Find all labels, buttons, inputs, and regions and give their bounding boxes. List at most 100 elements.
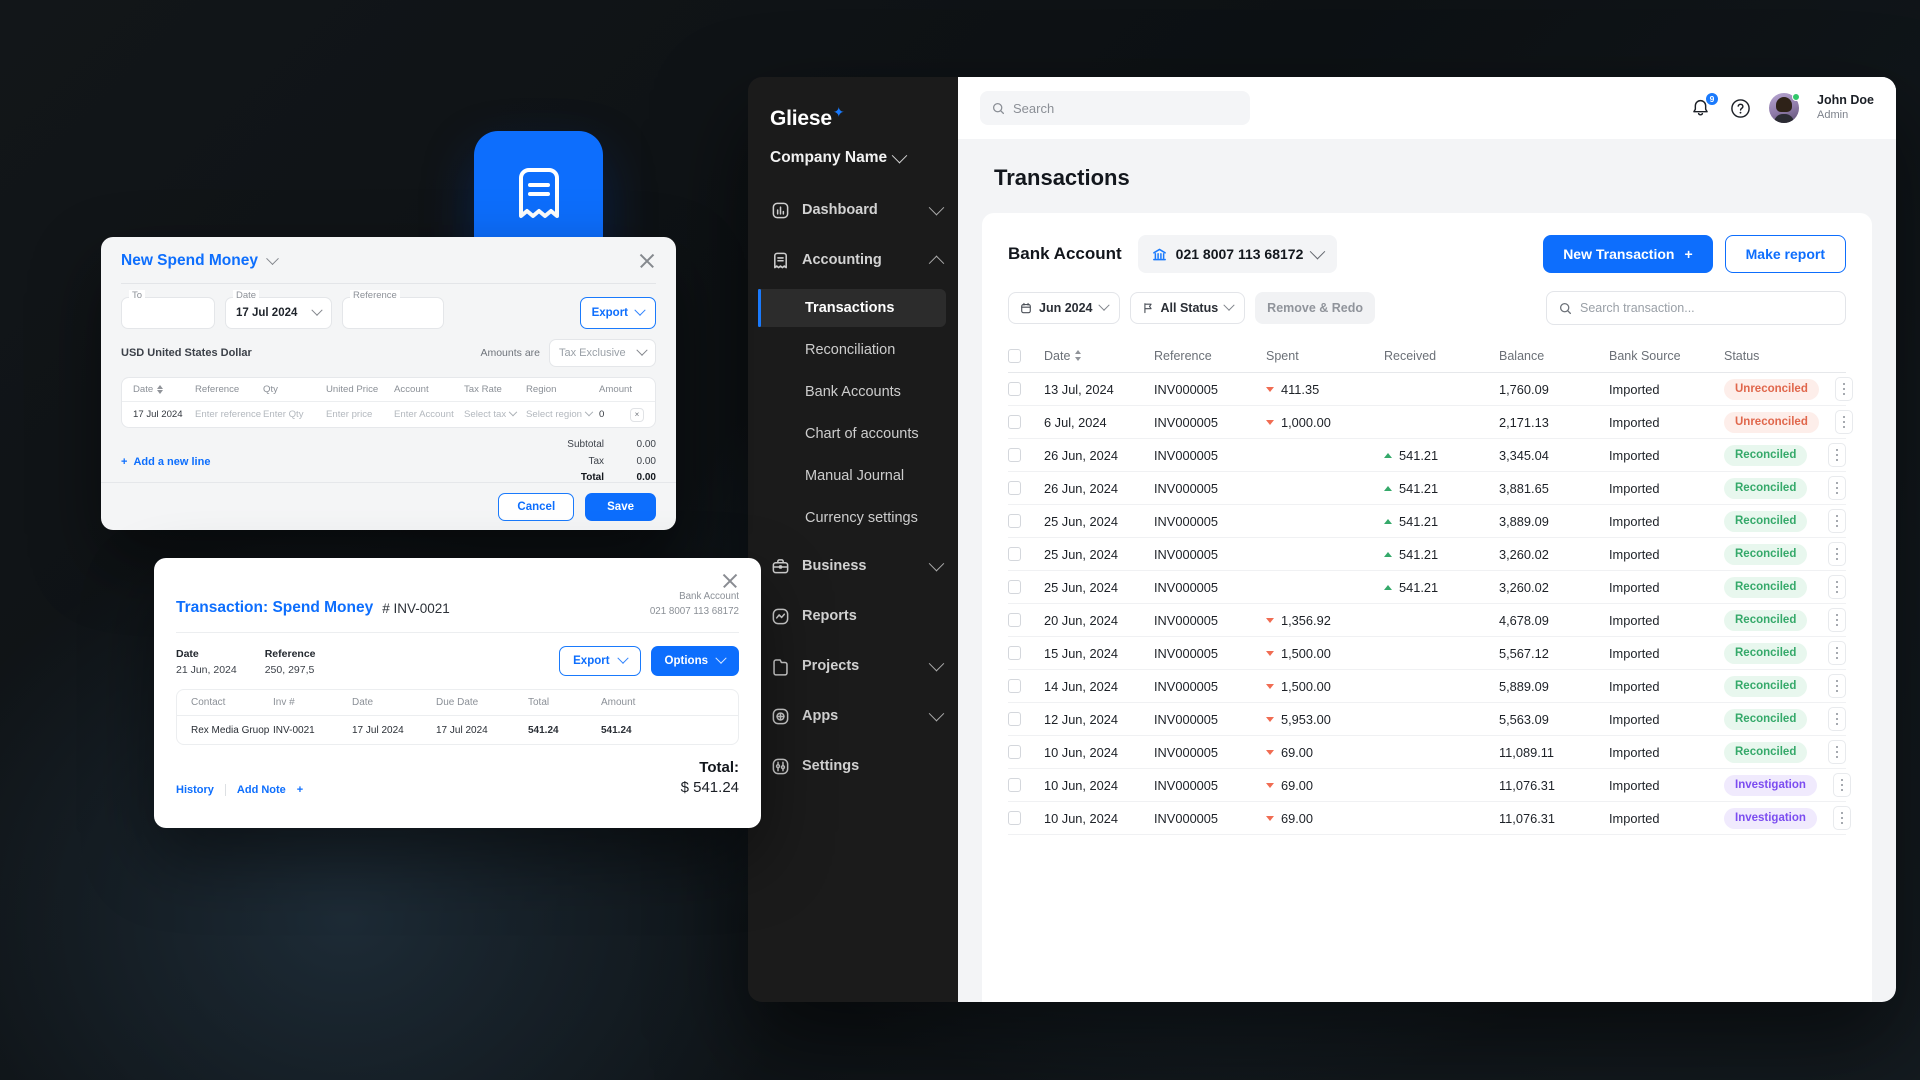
brand-logo[interactable]: Gliese ✦ — [748, 99, 958, 133]
row-checkbox[interactable] — [1008, 547, 1021, 561]
table-row[interactable]: 25 Jun, 2024 INV000005 541.21 3,260.02 Impor… — [1008, 571, 1846, 604]
sidebar-item-settings[interactable]: Settings — [748, 745, 958, 787]
remove-line-button[interactable]: × — [630, 407, 644, 422]
row-menu-button[interactable] — [1832, 806, 1851, 830]
close-icon[interactable] — [721, 572, 739, 590]
table-row[interactable]: 25 Jun, 2024 INV000005 541.21 3,889.09 Impor… — [1008, 505, 1846, 538]
line-price-input[interactable]: Enter price — [326, 409, 394, 420]
row-menu-button[interactable] — [1828, 476, 1846, 500]
row-checkbox[interactable] — [1008, 811, 1021, 825]
row-checkbox[interactable] — [1008, 613, 1021, 627]
line-tax-select[interactable]: Select tax — [464, 407, 526, 420]
to-field[interactable]: To — [121, 290, 215, 329]
table-row[interactable]: 25 Jun, 2024 INV000005 541.21 3,260.02 Impor… — [1008, 538, 1846, 571]
export-button[interactable]: Export — [579, 297, 656, 329]
table-row[interactable]: 15 Jun, 2024 INV000005 1,500.00 5,567.12 Imp… — [1008, 637, 1846, 670]
row-menu-button[interactable] — [1834, 377, 1853, 401]
remove-redo-label: Remove & Redo — [1267, 301, 1364, 315]
table-row[interactable]: 6 Jul, 2024 INV000005 1,000.00 2,171.13 Impo… — [1008, 406, 1853, 439]
sort-icon[interactable] — [157, 385, 164, 394]
table-row[interactable]: 10 Jun, 2024 INV000005 69.00 11,076.31 Impor… — [1008, 769, 1851, 802]
sidebar-item-accounting[interactable]: Accounting — [748, 239, 958, 281]
add-note-link[interactable]: Add Note — [237, 784, 286, 796]
table-row[interactable]: 26 Jun, 2024 INV000005 541.21 3,881.65 Impor… — [1008, 472, 1846, 505]
options-button[interactable]: Options — [650, 646, 739, 677]
table-row[interactable]: 13 Jul, 2024 INV000005 411.35 1,760.09 Impor… — [1008, 373, 1853, 406]
row-menu-button[interactable] — [1828, 740, 1846, 764]
table-row[interactable]: Rex Media Gruop INV-0021 17 Jul 2024 17 … — [177, 716, 738, 744]
row-checkbox[interactable] — [1008, 778, 1021, 792]
sidebar-item-chart-of-accounts[interactable]: Chart of accounts — [748, 415, 958, 453]
search-input[interactable]: Search — [980, 91, 1250, 125]
row-checkbox[interactable] — [1008, 679, 1021, 693]
row-checkbox[interactable] — [1008, 448, 1021, 462]
new-transaction-button[interactable]: New Transaction + — [1543, 235, 1713, 273]
close-icon[interactable] — [638, 252, 656, 270]
save-button[interactable]: Save — [585, 492, 656, 521]
row-menu-button[interactable] — [1828, 707, 1846, 731]
plus-icon[interactable]: + — [297, 784, 303, 796]
sidebar-item-transactions[interactable]: Transactions — [758, 289, 946, 327]
table-row[interactable]: 12 Jun, 2024 INV000005 5,953.00 5,563.09 Imp… — [1008, 703, 1846, 736]
sidebar-item-reports[interactable]: Reports — [748, 595, 958, 637]
sidebar-item-apps[interactable]: Apps — [748, 695, 958, 737]
line-reference-input[interactable]: Enter reference — [195, 409, 263, 420]
add-new-line-button[interactable]: + Add a new line — [121, 437, 210, 487]
status-filter[interactable]: All Status — [1129, 292, 1246, 324]
table-row[interactable]: 20 Jun, 2024 INV000005 1,356.92 4,678.09 Imp… — [1008, 604, 1846, 637]
remove-redo-button[interactable]: Remove & Redo — [1255, 292, 1376, 324]
row-menu-button[interactable] — [1828, 608, 1846, 632]
row-checkbox[interactable] — [1008, 745, 1021, 759]
column-header-date[interactable]: Date — [1044, 349, 1070, 363]
row-checkbox[interactable] — [1008, 646, 1021, 660]
date-field[interactable]: Date 17 Jul 2024 — [225, 290, 332, 329]
row-menu-button[interactable] — [1834, 410, 1853, 434]
sidebar-item-manual-journal[interactable]: Manual Journal — [748, 457, 958, 495]
question-circle-icon[interactable] — [1730, 98, 1751, 119]
export-button[interactable]: Export — [559, 646, 641, 677]
line-account-input[interactable]: Enter Account — [394, 409, 464, 420]
row-checkbox[interactable] — [1008, 712, 1021, 726]
make-report-button[interactable]: Make report — [1724, 235, 1846, 273]
reference-field[interactable]: Reference — [342, 290, 444, 329]
row-checkbox[interactable] — [1008, 514, 1021, 528]
table-row[interactable]: 26 Jun, 2024 INV000005 541.21 3,345.04 Impor… — [1008, 439, 1846, 472]
history-link[interactable]: History — [176, 784, 214, 796]
row-checkbox[interactable] — [1008, 382, 1021, 396]
bank-account-select[interactable]: 021 8007 113 68172 — [1137, 235, 1338, 273]
sidebar-item-reconciliation[interactable]: Reconciliation — [748, 331, 958, 369]
user-menu[interactable]: John Doe Admin — [1817, 93, 1874, 122]
company-switcher[interactable]: Company Name — [748, 133, 958, 167]
sidebar-item-business[interactable]: Business — [748, 545, 958, 587]
sidebar-item-bank-accounts[interactable]: Bank Accounts — [748, 373, 958, 411]
avatar[interactable] — [1769, 93, 1801, 123]
line-amount[interactable]: 0 — [599, 409, 628, 420]
row-checkbox[interactable] — [1008, 580, 1021, 594]
table-row[interactable]: 10 Jun, 2024 INV000005 69.00 11,089.11 Impor… — [1008, 736, 1846, 769]
row-menu-button[interactable] — [1828, 641, 1846, 665]
row-menu-button[interactable] — [1828, 509, 1846, 533]
row-checkbox[interactable] — [1008, 415, 1021, 429]
sort-icon[interactable] — [1075, 350, 1082, 361]
notifications-button[interactable]: 9 — [1690, 92, 1720, 119]
table-row[interactable]: 14 Jun, 2024 INV000005 1,500.00 5,889.09 Imp… — [1008, 670, 1846, 703]
row-menu-button[interactable] — [1828, 443, 1846, 467]
sidebar-item-dashboard[interactable]: Dashboard — [748, 189, 958, 231]
chevron-down-icon[interactable] — [266, 251, 279, 265]
search-transaction-input[interactable]: Search transaction... — [1546, 291, 1846, 325]
row-checkbox[interactable] — [1008, 481, 1021, 495]
period-filter[interactable]: Jun 2024 — [1008, 292, 1120, 324]
table-row[interactable]: 10 Jun, 2024 INV000005 69.00 11,076.31 Impor… — [1008, 802, 1851, 835]
row-menu-button[interactable] — [1828, 575, 1846, 599]
row-menu-button[interactable] — [1832, 773, 1851, 797]
line-qty-input[interactable]: Enter Qty — [263, 409, 326, 420]
row-menu-button[interactable] — [1828, 542, 1846, 566]
row-menu-button[interactable] — [1828, 674, 1846, 698]
cancel-button[interactable]: Cancel — [498, 492, 575, 521]
line-date[interactable]: 17 Jul 2024 — [133, 409, 195, 420]
amounts-are-select[interactable]: Tax Exclusive — [549, 339, 656, 367]
line-region-select[interactable]: Select region — [526, 407, 599, 420]
select-all-checkbox[interactable] — [1008, 348, 1021, 363]
sidebar-item-projects[interactable]: Projects — [748, 645, 958, 687]
sidebar-item-currency-settings[interactable]: Currency settings — [748, 499, 958, 537]
